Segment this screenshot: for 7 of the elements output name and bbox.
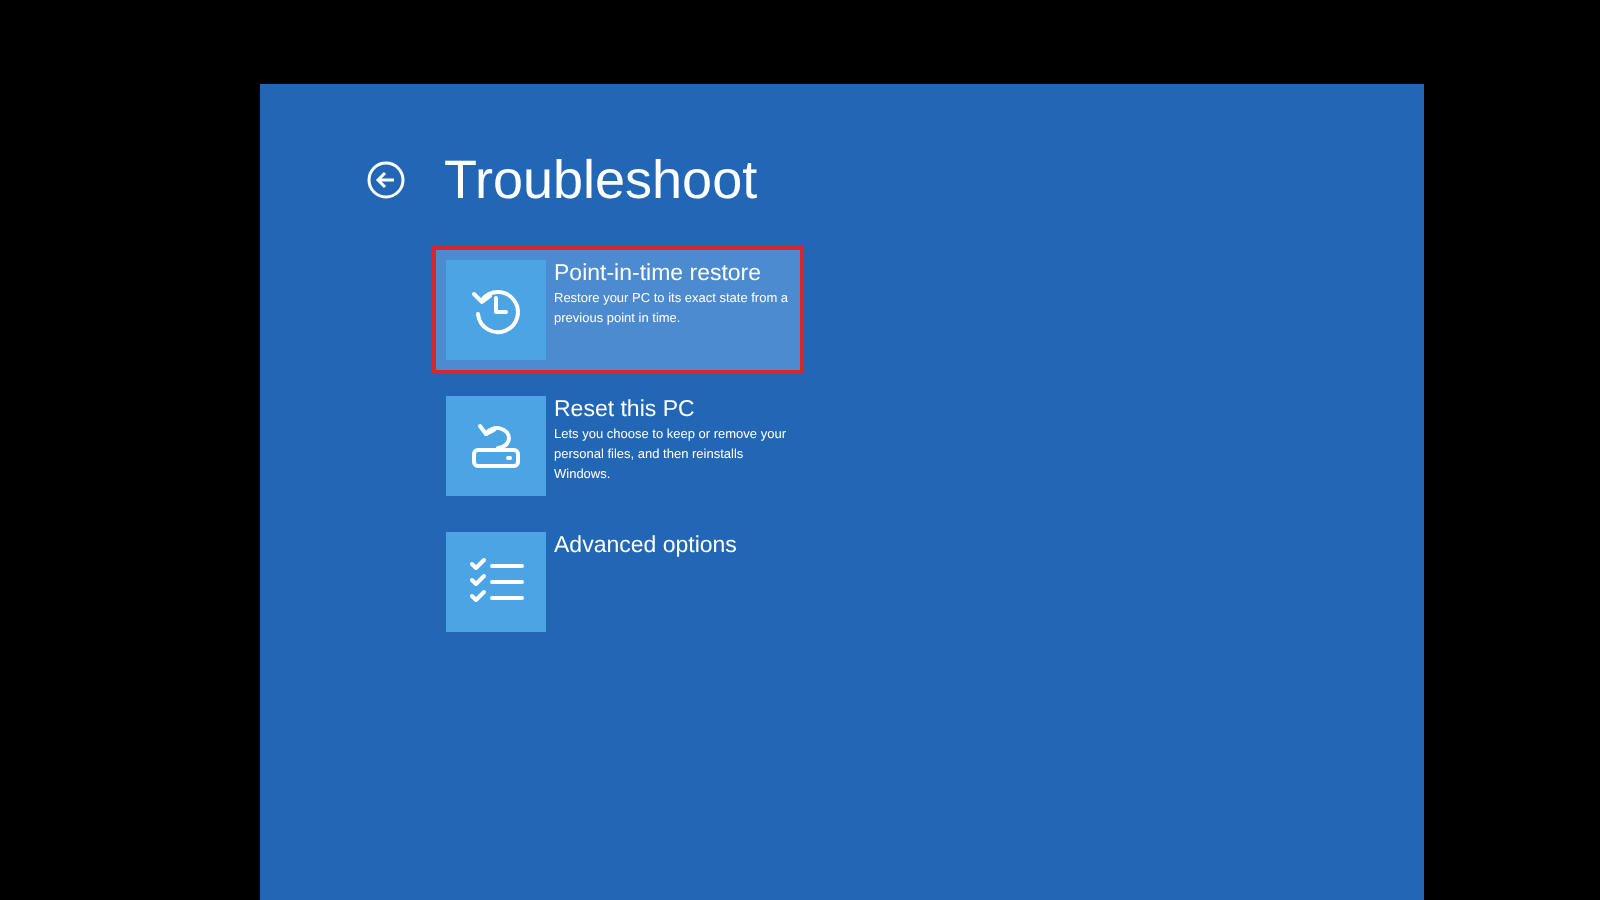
option-title: Reset this PC [554, 395, 697, 423]
option-title: Point-in-time restore [554, 259, 764, 287]
checklist-icon [466, 555, 526, 607]
back-icon[interactable] [366, 160, 406, 201]
option-tile[interactable]: Advanced options [432, 517, 804, 645]
page-title: Troubleshoot [444, 148, 758, 214]
option-title: Advanced options [554, 531, 737, 559]
